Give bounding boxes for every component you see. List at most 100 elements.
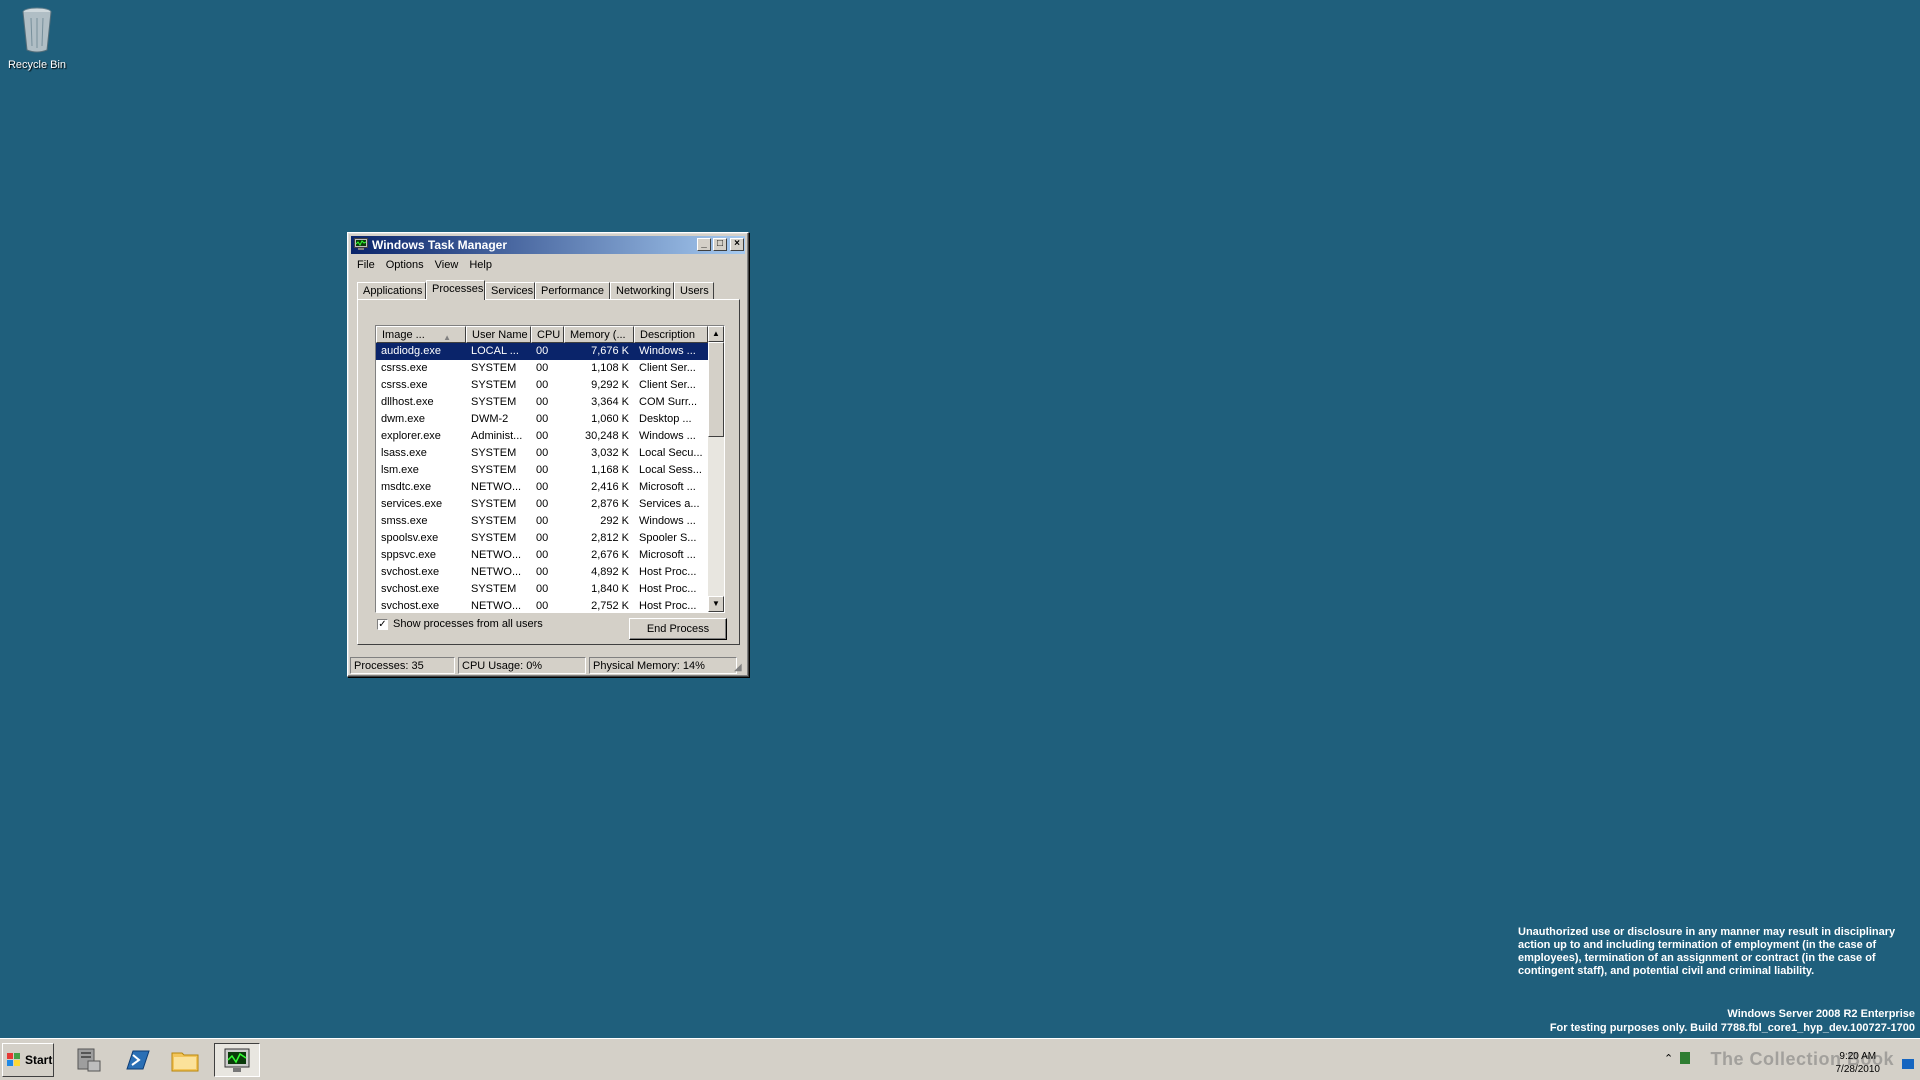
process-memory: 4,892 K <box>591 566 629 578</box>
show-all-processes-label: Show processes from all users <box>393 618 543 630</box>
process-memory: 1,108 K <box>591 362 629 374</box>
show-desktop-icon[interactable] <box>1902 1059 1914 1069</box>
process-user-name: SYSTEM <box>471 362 517 374</box>
process-description: Host Proc... <box>639 566 697 578</box>
recycle-bin-icon <box>22 7 52 53</box>
process-cpu: 00 <box>536 379 549 391</box>
maximize-button[interactable]: □ <box>713 238 727 251</box>
table-row[interactable]: sppsvc.exe NETWO... 00 2,676 K Microsoft ... <box>376 547 708 564</box>
table-row[interactable]: msdtc.exe NETWO... 00 2,416 K Microsoft ... <box>376 479 708 496</box>
menu-view[interactable]: View <box>430 257 465 275</box>
network-status-icon[interactable] <box>1680 1052 1690 1064</box>
show-hidden-icons-icon[interactable]: ⌃ <box>1664 1052 1673 1065</box>
process-user-name: SYSTEM <box>471 464 517 476</box>
process-cpu: 00 <box>536 600 549 612</box>
process-memory: 9,292 K <box>591 379 629 391</box>
show-all-processes-checkbox[interactable]: ✓ <box>377 618 388 630</box>
taskbar-windows-explorer[interactable] <box>166 1043 206 1077</box>
tab-applications[interactable]: Applications <box>357 282 426 299</box>
process-memory: 2,416 K <box>591 481 629 493</box>
taskbar-task-manager[interactable] <box>214 1043 260 1077</box>
table-row[interactable]: svchost.exe NETWO... 00 4,892 K Host Proc... <box>376 564 708 581</box>
process-cpu: 00 <box>536 498 549 510</box>
table-row[interactable]: services.exe SYSTEM 00 2,876 K Services a... <box>376 496 708 513</box>
clock-time: 9:20 AM <box>1839 1051 1877 1062</box>
end-process-button[interactable]: End Process <box>629 618 727 640</box>
menu-help[interactable]: Help <box>464 257 498 275</box>
table-row[interactable]: csrss.exe SYSTEM 00 9,292 K Client Ser... <box>376 377 708 394</box>
col-cpu[interactable]: CPU <box>531 326 564 343</box>
start-label: Start <box>25 1053 53 1067</box>
process-user-name: NETWO... <box>471 600 522 612</box>
menu-file[interactable]: File <box>352 257 381 275</box>
process-image-name: services.exe <box>381 498 443 510</box>
table-row[interactable]: csrss.exe SYSTEM 00 1,108 K Client Ser... <box>376 360 708 377</box>
start-button[interactable]: Start <box>2 1043 54 1077</box>
clock-date: 7/28/2010 <box>1835 1064 1881 1075</box>
process-user-name: NETWO... <box>471 566 522 578</box>
minimize-icon: _ <box>701 238 707 249</box>
show-all-processes-option[interactable]: ✓ Show processes from all users <box>377 618 543 630</box>
scroll-down-button[interactable]: ▼ <box>708 596 724 612</box>
tab-users[interactable]: Users <box>674 282 714 299</box>
status-cpu-usage: CPU Usage: 0% <box>458 657 586 674</box>
col-user-name[interactable]: User Name <box>466 326 531 343</box>
resize-grip-icon[interactable]: ◢ <box>734 662 746 674</box>
tab-processes[interactable]: Processes <box>426 280 485 300</box>
process-cpu: 00 <box>536 566 549 578</box>
process-user-name: SYSTEM <box>471 532 517 544</box>
table-row[interactable]: smss.exe SYSTEM 00 292 K Windows ... <box>376 513 708 530</box>
taskbar-server-manager[interactable] <box>68 1043 108 1077</box>
table-row[interactable]: lsass.exe SYSTEM 00 3,032 K Local Secu... <box>376 445 708 462</box>
process-image-name: csrss.exe <box>381 379 428 391</box>
table-row[interactable]: spoolsv.exe SYSTEM 00 2,812 K Spooler S... <box>376 530 708 547</box>
recycle-bin-shortcut[interactable]: Recycle Bin <box>4 4 70 71</box>
process-cpu: 00 <box>536 413 549 425</box>
table-row[interactable]: svchost.exe NETWO... 00 2,752 K Host Proc... <box>376 598 708 612</box>
table-row[interactable]: svchost.exe SYSTEM 00 1,840 K Host Proc... <box>376 581 708 598</box>
process-list-header: Image ... ▲ User Name CPU Memory (... De… <box>376 326 708 343</box>
process-description: Microsoft ... <box>639 549 696 561</box>
minimize-button[interactable]: _ <box>697 238 711 251</box>
process-memory: 1,060 K <box>591 413 629 425</box>
process-image-name: explorer.exe <box>381 430 441 442</box>
vertical-scrollbar[interactable]: ▲ ▼ <box>708 326 724 612</box>
process-image-name: msdtc.exe <box>381 481 432 493</box>
process-memory: 2,876 K <box>591 498 629 510</box>
table-row[interactable]: audiodg.exe LOCAL ... 00 7,676 K Windows ... <box>376 343 708 360</box>
process-description: Host Proc... <box>639 583 697 595</box>
tab-services[interactable]: Services <box>485 282 535 299</box>
build-string: For testing purposes only. Build 7788.fb… <box>1549 1022 1915 1034</box>
process-description: Windows ... <box>639 430 696 442</box>
task-manager-app-icon <box>354 238 368 250</box>
scroll-thumb[interactable] <box>708 342 724 437</box>
tab-performance[interactable]: Performance <box>535 282 610 299</box>
table-row[interactable]: dllhost.exe SYSTEM 00 3,364 K COM Surr... <box>376 394 708 411</box>
process-description: Desktop ... <box>639 413 692 425</box>
table-row[interactable]: explorer.exe Administ... 00 30,248 K Windows… <box>376 428 708 445</box>
status-process-count: Processes: 35 <box>350 657 455 674</box>
process-user-name: SYSTEM <box>471 515 517 527</box>
col-image-name[interactable]: Image ... ▲ <box>376 326 466 343</box>
process-image-name: dwm.exe <box>381 413 426 425</box>
col-image-name-label: Image ... <box>382 329 425 341</box>
table-row[interactable]: dwm.exe DWM-2 00 1,060 K Desktop ... <box>376 411 708 428</box>
process-memory: 30,248 K <box>584 430 629 442</box>
close-button[interactable]: × <box>730 238 744 251</box>
taskbar-powershell[interactable] <box>117 1043 157 1077</box>
table-row[interactable]: lsm.exe SYSTEM 00 1,168 K Local Sess... <box>376 462 708 479</box>
process-user-name: SYSTEM <box>471 583 517 595</box>
title-bar[interactable]: Windows Task Manager _ □ × <box>351 236 745 254</box>
col-memory[interactable]: Memory (... <box>564 326 634 343</box>
process-cpu: 00 <box>536 549 549 561</box>
tab-networking[interactable]: Networking <box>610 282 674 299</box>
clock[interactable]: 9:20 AM 7/28/2010 <box>1836 1050 1881 1076</box>
status-bar: Processes: 35 CPU Usage: 0% Physical Mem… <box>350 657 746 674</box>
close-icon: × <box>734 238 740 249</box>
powershell-icon <box>126 1050 150 1070</box>
process-list[interactable]: Image ... ▲ User Name CPU Memory (... De… <box>375 325 725 613</box>
taskbar: Start The Collection Book ⌃ 9:20 AM 7/28… <box>0 1038 1920 1080</box>
col-description[interactable]: Description <box>634 326 708 343</box>
menu-options[interactable]: Options <box>381 257 430 275</box>
scroll-up-button[interactable]: ▲ <box>708 326 724 342</box>
